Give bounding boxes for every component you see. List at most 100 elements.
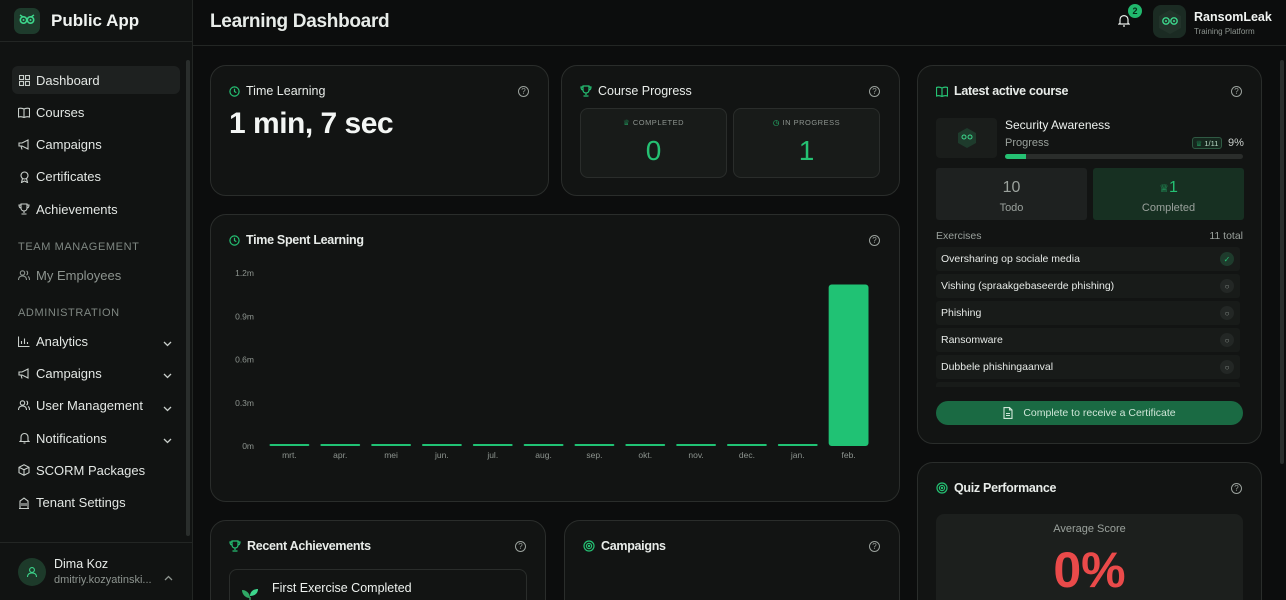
chart-bar[interactable] bbox=[574, 444, 615, 446]
help-icon[interactable]: ? bbox=[518, 86, 529, 97]
help-icon[interactable]: ? bbox=[1231, 483, 1242, 494]
sidebar-item-label: Dashboard bbox=[36, 72, 100, 88]
time-spent-card: Time Spent Learning ? 0m 0.3m 0.6m 0.9m 1.2m… bbox=[210, 214, 900, 502]
sidebar-item-label: My Employees bbox=[36, 267, 122, 283]
sidebar-item-my-employees[interactable]: My Employees bbox=[12, 261, 180, 289]
award-icon: ♕ bbox=[1195, 138, 1203, 148]
todo-label: Todo bbox=[999, 202, 1024, 214]
recent-achievements-card: Recent Achievements ? First Exercise Com… bbox=[210, 520, 546, 600]
sidebar-item-courses[interactable]: Courses bbox=[12, 98, 180, 126]
target-icon bbox=[936, 482, 948, 494]
org-logo-icon bbox=[1153, 5, 1186, 38]
help-icon[interactable]: ? bbox=[515, 541, 526, 552]
check-icon: ✓ bbox=[1220, 252, 1234, 266]
course-thumbnail[interactable] bbox=[936, 118, 997, 158]
card-title: Course Progress bbox=[580, 84, 692, 98]
book-open-icon bbox=[936, 86, 948, 97]
sidebar-item-notifications[interactable]: Notifications bbox=[12, 424, 180, 452]
completed-stat: ♕1 Completed bbox=[1093, 168, 1244, 220]
completed-value: 0 bbox=[645, 135, 662, 166]
exercise-row[interactable]: Phishing ○ bbox=[936, 301, 1240, 325]
sidebar: Public App Dashboard Courses Campaigns C… bbox=[0, 0, 193, 600]
file-icon bbox=[1003, 407, 1013, 419]
sidebar-item-label: Campaigns bbox=[36, 365, 102, 381]
chart-bar[interactable] bbox=[777, 444, 818, 446]
card-title: Campaigns bbox=[583, 539, 666, 553]
owl-logo-icon bbox=[14, 7, 40, 34]
x-tick-label: jun. bbox=[434, 450, 449, 460]
help-icon[interactable]: ? bbox=[869, 541, 880, 552]
award-icon: ♕ bbox=[1159, 183, 1169, 195]
sidebar-item-achievements[interactable]: Achievements bbox=[12, 195, 180, 223]
average-score-value: 0% bbox=[1053, 542, 1126, 598]
user-avatar-icon bbox=[18, 557, 46, 586]
chart-bar[interactable] bbox=[625, 444, 666, 446]
section-label-team: TEAM MANAGEMENT bbox=[18, 241, 140, 254]
trophy-icon bbox=[229, 540, 241, 552]
user-name: Dima Koz bbox=[54, 557, 109, 571]
in-progress-stat: ◷ IN PROGRESS 1 bbox=[733, 108, 880, 178]
completed-label-text: COMPLETED bbox=[632, 118, 684, 127]
chart-bar[interactable] bbox=[320, 444, 361, 446]
circle-icon: ○ bbox=[1220, 360, 1234, 374]
chart-bar[interactable] bbox=[371, 444, 411, 446]
exercise-row[interactable]: Oversharing op sociale media ✓ bbox=[936, 247, 1240, 271]
chart-bar[interactable] bbox=[472, 444, 513, 446]
main-scrollbar[interactable] bbox=[1280, 60, 1284, 464]
recent-achievements-title: Recent Achievements bbox=[247, 539, 371, 553]
exercise-row[interactable]: Vishing (spraakgebaseerde phishing) ○ bbox=[936, 274, 1240, 298]
sidebar-item-certificates[interactable]: Certificates bbox=[12, 163, 180, 191]
sidebar-item-campaigns[interactable]: Campaigns bbox=[12, 131, 180, 159]
brand[interactable]: Public App bbox=[0, 0, 192, 42]
chevron-down-icon bbox=[163, 400, 172, 415]
y-tick-label: 0.9m bbox=[235, 311, 254, 321]
notification-bell-icon[interactable] bbox=[1117, 14, 1131, 32]
target-icon bbox=[583, 540, 595, 552]
sidebar-item-analytics[interactable]: Analytics bbox=[12, 327, 180, 355]
x-tick-label: dec. bbox=[739, 450, 755, 460]
exercise-row[interactable]: Dubbele phishingaanval ○ bbox=[936, 355, 1240, 379]
latest-course-card: Latest active course ? Security Awarenes… bbox=[917, 65, 1262, 444]
chart-bar[interactable] bbox=[727, 444, 767, 446]
course-name[interactable]: Security Awareness bbox=[1005, 118, 1110, 132]
sidebar-item-scorm-packages[interactable]: SCORM Packages bbox=[12, 456, 180, 484]
help-icon[interactable]: ? bbox=[869, 86, 880, 97]
user-menu[interactable]: Dima Koz dmitriy.kozyatinski... bbox=[0, 542, 193, 600]
quiz-performance-card: Quiz Performance ? Average Score 0% bbox=[917, 462, 1262, 600]
exercise-row[interactable]: Ransomware ○ bbox=[936, 328, 1240, 352]
x-tick-label: jul. bbox=[486, 450, 498, 460]
chevron-up-icon bbox=[164, 568, 173, 586]
chart-bar[interactable] bbox=[676, 444, 716, 446]
completed-stat: ♕ COMPLETED 0 bbox=[580, 108, 727, 178]
award-icon bbox=[18, 171, 30, 183]
users-icon bbox=[18, 269, 30, 281]
sidebar-item-label: Notifications bbox=[36, 430, 107, 446]
chart-bar[interactable] bbox=[422, 444, 462, 446]
sidebar-item-admin-campaigns[interactable]: Campaigns bbox=[12, 359, 180, 387]
chart-bar[interactable] bbox=[523, 444, 564, 446]
trophy-icon bbox=[580, 85, 592, 97]
exercise-list[interactable]: Oversharing op sociale media ✓ Vishing (… bbox=[936, 247, 1240, 387]
sidebar-item-tenant-settings[interactable]: Tenant Settings bbox=[12, 489, 180, 517]
chart-bar[interactable] bbox=[269, 444, 310, 446]
circle-icon: ○ bbox=[1220, 333, 1234, 347]
achievement-item[interactable]: First Exercise Completed bbox=[229, 569, 527, 600]
course-progress-label: Progress bbox=[1005, 137, 1050, 149]
sidebar-item-dashboard[interactable]: Dashboard bbox=[12, 66, 180, 94]
bell-icon bbox=[18, 432, 30, 444]
sidebar-item-user-management[interactable]: User Management bbox=[12, 392, 180, 420]
chart-bar[interactable] bbox=[828, 284, 869, 446]
x-tick-label: sep. bbox=[586, 450, 602, 460]
help-icon[interactable]: ? bbox=[1231, 86, 1242, 97]
completed-label: Completed bbox=[1141, 202, 1196, 214]
sidebar-scrollbar[interactable] bbox=[186, 60, 190, 536]
completed-label: ♕ COMPLETED bbox=[581, 118, 726, 127]
exercise-count-text: 1/11 bbox=[1204, 138, 1219, 148]
certificate-button[interactable]: Complete to receive a Certificate bbox=[936, 401, 1243, 425]
course-progress-card: Course Progress ? ♕ COMPLETED 0 ◷ IN PRO… bbox=[561, 65, 900, 196]
chevron-down-icon bbox=[163, 432, 172, 447]
card-title: Recent Achievements bbox=[229, 539, 371, 553]
in-progress-label: ◷ IN PROGRESS bbox=[734, 118, 879, 127]
app-root: Public App Dashboard Courses Campaigns C… bbox=[0, 0, 1286, 600]
exercise-row-partial[interactable] bbox=[936, 382, 1240, 387]
